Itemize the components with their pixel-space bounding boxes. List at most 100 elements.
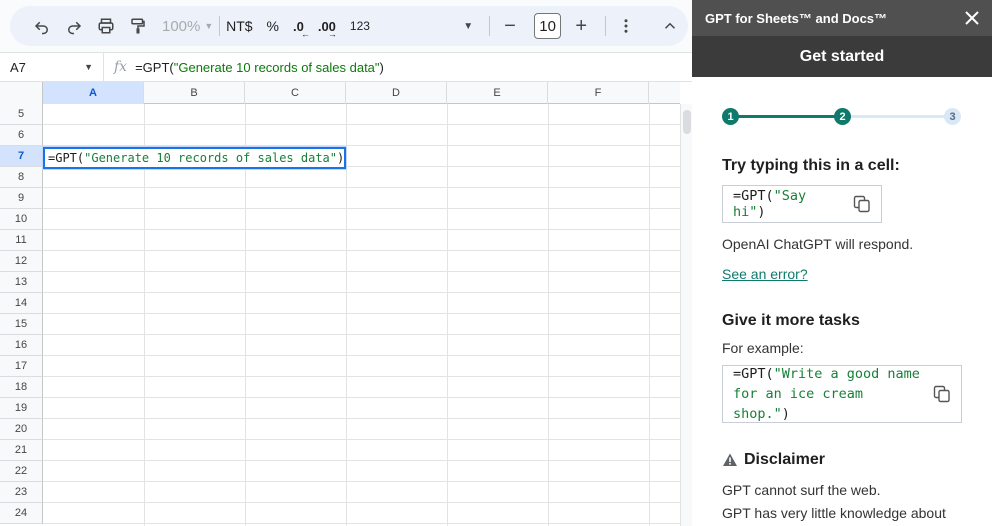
row-header[interactable]: 20 <box>0 419 43 440</box>
try-code: =GPT("Say hi") <box>733 188 843 220</box>
spreadsheet-area: 100% ▼ NT$ % .0 ← .00 → 123 ▼ − 10 + A7 … <box>0 0 692 526</box>
toolbar: 100% ▼ NT$ % .0 ← .00 → 123 ▼ − 10 + <box>10 6 688 46</box>
row-header[interactable]: 10 <box>0 209 43 230</box>
print-icon <box>98 18 114 34</box>
panel-heading: Get started <box>692 36 992 77</box>
disclaimer-line-2: GPT has very little knowledge about <box>722 505 946 521</box>
progress-stepper: 1 2 3 <box>722 77 962 157</box>
gridline <box>43 292 680 293</box>
gridline <box>649 104 650 526</box>
row-header[interactable]: 7 <box>0 146 43 167</box>
gridline <box>43 355 680 356</box>
row-header[interactable]: 12 <box>0 251 43 272</box>
example-code: =GPT("Write a good name for an ice cream… <box>733 364 925 424</box>
print-button[interactable] <box>92 12 120 40</box>
row-header[interactable]: 11 <box>0 230 43 251</box>
close-panel-button[interactable] <box>962 8 982 28</box>
gridline <box>43 250 680 251</box>
gridline <box>43 187 680 188</box>
disclaimer-heading: Disclaimer <box>722 451 962 469</box>
row-header[interactable]: 24 <box>0 503 43 524</box>
gridline <box>447 104 448 526</box>
more-vert-icon <box>624 19 628 33</box>
step-line-todo <box>842 115 950 118</box>
font-select[interactable]: ▼ <box>410 21 473 32</box>
column-header[interactable]: B <box>144 82 245 104</box>
gridline <box>43 145 680 146</box>
gridline <box>346 104 347 526</box>
row-header[interactable]: 16 <box>0 335 43 356</box>
paint-format-icon <box>131 18 145 34</box>
cell-grid[interactable]: ABCDEF 5 6 7 8 9 10 11 12 13 14 15 16 17 18 19 20 21 22 23… <box>0 82 692 526</box>
row-header[interactable]: 22 <box>0 461 43 482</box>
decrease-font-size-button[interactable]: − <box>496 12 524 40</box>
code-string: for an ice cream shop." <box>733 386 864 422</box>
row-header[interactable]: 5 <box>0 104 43 125</box>
gridline <box>43 334 680 335</box>
example-code-box: =GPT("Write a good name for an ice cream… <box>722 365 962 423</box>
formula-input[interactable]: =GPT("Generate 10 records of sales data"… <box>135 60 384 75</box>
more-formats-button[interactable]: 123 <box>350 19 370 33</box>
percent-format-button[interactable]: % <box>267 18 279 34</box>
column-header[interactable]: F <box>548 82 649 104</box>
row-header[interactable]: 18 <box>0 377 43 398</box>
row-header[interactable]: 19 <box>0 398 43 419</box>
gridline <box>43 397 680 398</box>
row-header[interactable]: 14 <box>0 293 43 314</box>
currency-format-button[interactable]: NT$ <box>226 18 252 34</box>
gridline <box>43 313 680 314</box>
increase-font-size-button[interactable]: + <box>567 12 595 40</box>
gridline <box>548 104 549 526</box>
gridline <box>43 376 680 377</box>
cell-formula-suffix: ) <box>337 151 345 165</box>
name-box[interactable]: A7 ▼ <box>0 53 104 81</box>
try-title: Try typing this in a cell: <box>722 157 900 174</box>
font-size-input[interactable]: 10 <box>533 13 562 39</box>
divider <box>605 16 607 36</box>
redo-button[interactable] <box>60 12 88 40</box>
formula-prefix: =GPT( <box>135 59 174 75</box>
panel-app-title: GPT for Sheets™ and Docs™ <box>705 10 888 26</box>
row-header[interactable]: 8 <box>0 167 43 188</box>
cell-formula-string: "Generate 10 records of sales data" <box>84 151 337 165</box>
paint-format-button[interactable] <box>124 12 152 40</box>
column-header[interactable]: C <box>245 82 346 104</box>
active-cell-a7[interactable]: =GPT("Generate 10 records of sales data"… <box>43 147 346 169</box>
column-header[interactable]: D <box>346 82 447 104</box>
gridline <box>43 481 680 482</box>
gridline <box>43 460 680 461</box>
see-error-link[interactable]: See an error? <box>722 266 808 282</box>
increase-decimal-button[interactable]: .00 → <box>318 19 337 39</box>
more-options-button[interactable] <box>612 12 640 40</box>
formula-string: "Generate 10 records of sales data" <box>173 59 380 75</box>
example-line-1: =GPT("Write a good name <box>733 364 925 384</box>
column-header[interactable]: E <box>447 82 548 104</box>
undo-button[interactable] <box>28 12 56 40</box>
row-header[interactable]: 6 <box>0 125 43 146</box>
row-header[interactable]: 17 <box>0 356 43 377</box>
row-header[interactable]: 9 <box>0 188 43 209</box>
zoom-value: 100% <box>162 17 201 35</box>
row-header[interactable]: 21 <box>0 440 43 461</box>
redo-icon <box>68 21 82 35</box>
respond-text: OpenAI ChatGPT will respond. <box>722 236 914 252</box>
disclaimer-line-1: GPT cannot surf the web. <box>722 482 881 498</box>
collapse-toolbar-button[interactable] <box>656 12 684 40</box>
scrollbar-thumb[interactable] <box>683 110 691 134</box>
zoom-select[interactable]: 100% ▼ <box>162 18 213 35</box>
copy-icon[interactable] <box>853 195 871 213</box>
copy-icon[interactable] <box>933 385 951 403</box>
row-header[interactable]: 23 <box>0 482 43 503</box>
vertical-scrollbar[interactable] <box>680 104 692 526</box>
row-header[interactable]: 13 <box>0 272 43 293</box>
try-code-box: =GPT("Say hi") <box>722 185 882 223</box>
select-all-corner[interactable] <box>0 82 43 104</box>
column-header[interactable]: A <box>43 82 144 104</box>
gridline <box>43 124 680 125</box>
step-1: 1 <box>722 108 739 125</box>
row-header[interactable]: 15 <box>0 314 43 335</box>
chevron-up-icon <box>665 22 676 29</box>
step-3: 3 <box>944 108 961 125</box>
decrease-decimal-button[interactable]: .0 ← <box>293 19 310 39</box>
undo-icon <box>34 21 48 35</box>
